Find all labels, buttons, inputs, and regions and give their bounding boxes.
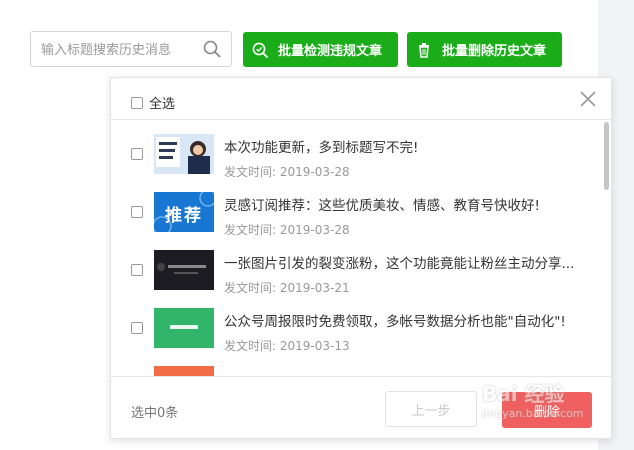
trash-icon (419, 42, 429, 58)
article-title: 公众号周报限时免费领取，多帐号数据分析也能"自动化"! (224, 314, 566, 330)
watermark-subtext: jingyan.baidu.com (482, 407, 584, 420)
list-item[interactable]: 推荐 灵感订阅推荐：这些优质美妆、情感、教育号快收好! 发文时间: 2019-0… (111, 178, 611, 237)
select-all[interactable]: 全选 (131, 93, 175, 112)
scrollbar-thumb[interactable] (604, 122, 609, 190)
batch-delete-label: 批量删除历史文章 (442, 44, 547, 59)
prev-step-button[interactable]: 上一步 (385, 391, 477, 427)
popup-header: 全选 (111, 78, 611, 120)
prev-step-label: 上一步 (411, 403, 451, 419)
batch-detect-button[interactable]: 批量检测违规文章 (243, 32, 398, 67)
batch-detect-label: 批量检测违规文章 (278, 44, 383, 59)
close-icon[interactable] (579, 90, 597, 108)
list-item[interactable]: 一张图片引发的裂变涨粉，这个功能竟能让粉丝主动分享... 发文时间: 2019-… (111, 236, 611, 295)
item-checkbox[interactable] (131, 322, 143, 334)
search-input[interactable] (39, 32, 203, 68)
list-item[interactable] (111, 352, 611, 376)
list-scrollbar[interactable] (601, 120, 611, 376)
detect-icon (252, 42, 268, 58)
thumbnail-text: 推荐 (165, 206, 203, 226)
article-title: 灵感订阅推荐：这些优质美妆、情感、教育号快收好! (224, 198, 540, 214)
select-all-label: 全选 (149, 97, 176, 112)
article-title: 一张图片引发的裂变涨粉，这个功能竟能让粉丝主动分享... (224, 256, 575, 272)
batch-delete-button[interactable]: 批量删除历史文章 (407, 32, 562, 67)
article-thumbnail (154, 250, 214, 290)
watermark-text: Bai 经验 (482, 382, 565, 406)
list-item[interactable]: 本次功能更新，多到标题写不完! 发文时间: 2019-03-28 (111, 120, 611, 179)
article-thumbnail (154, 134, 214, 174)
selected-count: 选中0条 (131, 406, 179, 421)
item-checkbox[interactable] (131, 148, 143, 160)
article-title: 本次功能更新，多到标题写不完! (224, 140, 419, 156)
search-icon[interactable] (203, 40, 221, 58)
item-checkbox[interactable] (131, 206, 143, 218)
article-list: 本次功能更新，多到标题写不完! 发文时间: 2019-03-28 推荐 灵感订阅… (111, 120, 611, 376)
article-thumbnail (154, 366, 214, 376)
select-all-checkbox[interactable] (131, 96, 143, 109)
article-thumbnail: 推荐 (154, 192, 214, 232)
baidu-jingyan-watermark: Bai 经验 jingyan.baidu.com (482, 378, 602, 430)
item-checkbox[interactable] (131, 264, 143, 276)
article-thumbnail (154, 308, 214, 348)
list-item[interactable]: 公众号周报限时免费领取，多帐号数据分析也能"自动化"! 发文时间: 2019-0… (111, 294, 611, 353)
search-box[interactable] (30, 31, 232, 68)
